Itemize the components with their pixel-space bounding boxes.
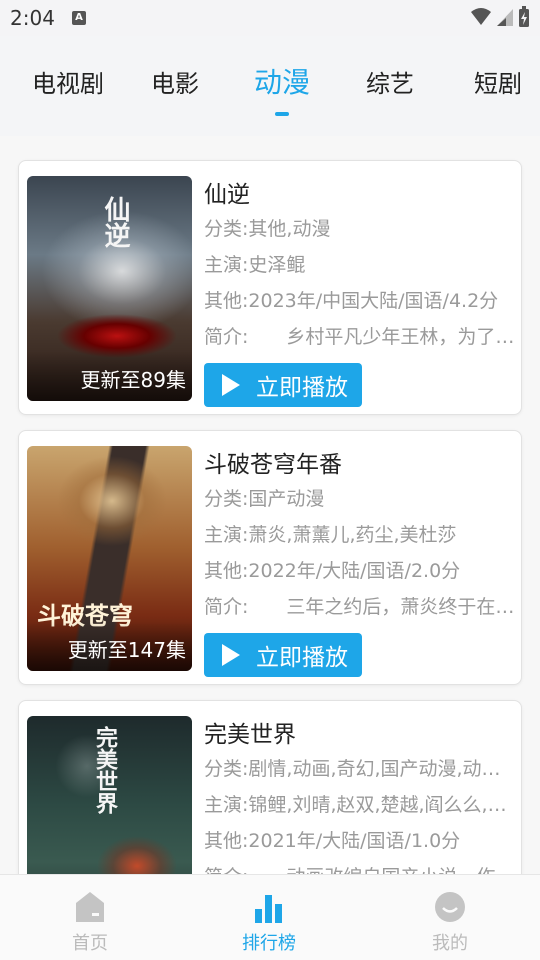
item-title[interactable]: 完美世界 — [204, 715, 516, 751]
poster-title: 仙逆 — [100, 196, 130, 248]
play-icon — [222, 374, 240, 396]
item-intro: 简介: 动画改编自国产小说，作… — [204, 859, 516, 874]
nav-profile[interactable]: 我的 — [410, 889, 490, 955]
play-now-button[interactable]: 立即播放 — [204, 363, 362, 407]
play-now-button[interactable]: 立即播放 — [204, 633, 362, 677]
item-cast: 主演:锦鲤,刘晴,赵双,楚越,阎么么,… — [204, 794, 507, 816]
poster-image[interactable]: 完美世界 — [27, 716, 192, 874]
profile-icon — [410, 889, 490, 925]
episode-update-label: 更新至89集 — [80, 368, 186, 392]
play-button-label: 立即播放 — [256, 645, 348, 671]
item-info: 仙逆 分类:其他,动漫 主演:史泽鲲 其他:2023年/中国大陆/国语/4.2分… — [204, 175, 516, 355]
home-icon — [50, 889, 130, 925]
wifi-icon — [471, 8, 491, 25]
nav-ranking[interactable]: 排行榜 — [229, 889, 309, 955]
battery-icon — [519, 6, 529, 27]
signal-icon — [497, 9, 513, 26]
item-title[interactable]: 仙逆 — [204, 175, 516, 211]
category-tabs: 电视剧 电影 动漫 综艺 短剧 — [0, 36, 540, 136]
nav-home[interactable]: 首页 — [50, 889, 130, 955]
anime-list: 仙逆 更新至89集 仙逆 分类:其他,动漫 主演:史泽鲲 其他:2023年/中国… — [0, 136, 540, 874]
nav-home-label: 首页 — [72, 933, 108, 954]
nav-profile-label: 我的 — [432, 933, 468, 954]
play-icon — [222, 644, 240, 666]
item-other: 其他:2023年/中国大陆/国语/4.2分 — [204, 290, 499, 312]
poster-title: 完美世界 — [92, 726, 118, 814]
tab-variety[interactable]: 综艺 — [366, 64, 414, 99]
item-intro: 简介: 三年之约后，萧炎终于在… — [204, 596, 515, 618]
item-cast: 主演:萧炎,萧薰儿,药尘,美杜莎 — [204, 524, 457, 546]
item-intro: 简介: 乡村平凡少年王林，为了… — [204, 326, 515, 348]
poster-image[interactable]: 仙逆 更新至89集 — [27, 176, 192, 401]
play-button-label: 立即播放 — [256, 375, 348, 401]
notification-a-icon: A — [72, 11, 86, 25]
system-icons — [470, 6, 530, 28]
list-item[interactable]: 完美世界 完美世界 分类:剧情,动画,奇幻,国产动漫,动… 主演:锦鲤,刘晴,赵… — [18, 700, 522, 874]
poster-image[interactable]: 斗破苍穹 更新至147集 — [27, 446, 192, 671]
item-other: 其他:2022年/大陆/国语/2.0分 — [204, 560, 461, 582]
tab-movies[interactable]: 电影 — [151, 64, 199, 99]
item-cast: 主演:史泽鲲 — [204, 254, 306, 276]
status-bar: 2:04 A — [0, 0, 540, 36]
item-info: 斗破苍穹年番 分类:国产动漫 主演:萧炎,萧薰儿,药尘,美杜莎 其他:2022年… — [204, 445, 516, 625]
item-title[interactable]: 斗破苍穹年番 — [204, 445, 516, 481]
episode-update-label: 更新至147集 — [67, 638, 186, 662]
list-item[interactable]: 斗破苍穹 更新至147集 斗破苍穹年番 分类:国产动漫 主演:萧炎,萧薰儿,药尘… — [18, 430, 522, 685]
tab-anime[interactable]: 动漫 — [254, 61, 310, 101]
item-category: 分类:其他,动漫 — [204, 218, 331, 240]
tab-tv-series[interactable]: 电视剧 — [32, 64, 104, 99]
item-other: 其他:2021年/大陆/国语/1.0分 — [204, 830, 461, 852]
item-info: 完美世界 分类:剧情,动画,奇幻,国产动漫,动… 主演:锦鲤,刘晴,赵双,楚越,… — [204, 715, 516, 874]
nav-ranking-label: 排行榜 — [242, 933, 296, 954]
bottom-navigation: 首页 排行榜 我的 — [0, 874, 540, 960]
item-category: 分类:国产动漫 — [204, 488, 325, 510]
active-tab-indicator — [275, 112, 289, 116]
status-time: 2:04 — [10, 6, 55, 30]
chart-icon — [229, 889, 309, 925]
tab-short-drama[interactable]: 短剧 — [474, 64, 522, 99]
item-category: 分类:剧情,动画,奇幻,国产动漫,动… — [204, 758, 501, 780]
list-item[interactable]: 仙逆 更新至89集 仙逆 分类:其他,动漫 主演:史泽鲲 其他:2023年/中国… — [18, 160, 522, 415]
